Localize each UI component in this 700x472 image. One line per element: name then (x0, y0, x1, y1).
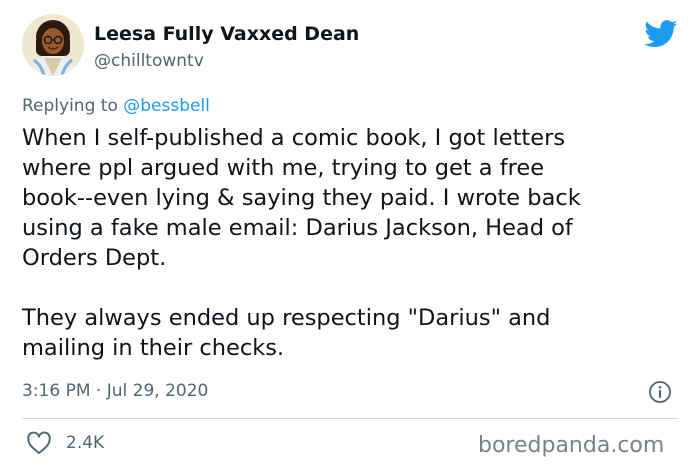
boredpanda-watermark: boredpanda.com (478, 433, 665, 458)
tweet-card: Leesa Fully Vaxxed Dean @chilltowntv Rep… (0, 0, 700, 472)
tweet-paragraph: When I self-published a comic book, I go… (22, 125, 581, 271)
like-button[interactable]: 2.4K (26, 430, 104, 456)
info-icon-shape (649, 381, 671, 403)
tweet-text: When I self-published a comic book, I go… (22, 123, 682, 363)
tweet-timestamp[interactable]: 3:16 PM · Jul 29, 2020 (22, 381, 208, 401)
tweet-paragraph: They always ended up respecting "Darius"… (22, 305, 551, 361)
twitter-bird-shape (644, 20, 678, 48)
divider (22, 418, 678, 419)
author-display-name[interactable]: Leesa Fully Vaxxed Dean (94, 23, 359, 45)
twitter-bird-icon[interactable] (644, 20, 678, 48)
like-count: 2.4K (66, 433, 105, 453)
author-handle[interactable]: @chilltowntv (94, 51, 204, 71)
reply-mention-link[interactable]: @bessbell (123, 96, 210, 116)
avatar-illustration-icon (22, 14, 84, 76)
reply-context: Replying to @bessbell (22, 96, 210, 116)
heart-icon (27, 431, 51, 454)
info-icon[interactable] (648, 380, 672, 404)
author-avatar[interactable] (22, 14, 84, 76)
reply-prefix: Replying to (22, 96, 124, 116)
